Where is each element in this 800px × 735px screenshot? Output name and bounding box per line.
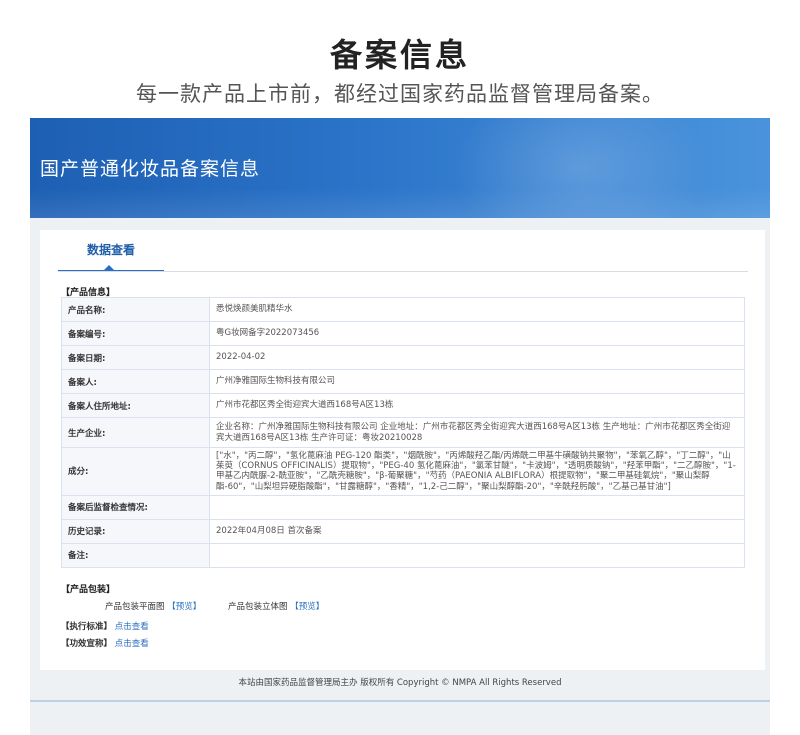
packaging-label: 【产品包装】 — [61, 585, 116, 595]
row-value: 2022-04-02 — [209, 345, 745, 370]
efficacy-row: 【功效宣称】 点击查看 — [61, 637, 149, 649]
packaging-flat: 产品包装平面图 【预览】 — [105, 600, 201, 612]
efficacy-view-link[interactable]: 点击查看 — [115, 639, 149, 649]
registration-frame: 国产普通化妆品备案信息 数据查看 【产品信息】 产品名称: 悉悦焕颜美肌精华水 … — [30, 118, 770, 735]
row-value — [209, 494, 745, 520]
row-key: 备案人: — [61, 369, 210, 394]
content-panel: 数据查看 【产品信息】 产品名称: 悉悦焕颜美肌精华水 备案编号: 粤G妆网备字… — [40, 230, 765, 670]
row-value: ["水"，"丙二醇"，"氢化蓖麻油 PEG-120 酯类"，"烟酰胺"，"丙烯酸… — [209, 447, 745, 496]
table-row: 成分: ["水"，"丙二醇"，"氢化蓖麻油 PEG-120 酯类"，"烟酰胺"，… — [61, 447, 745, 496]
banner: 国产普通化妆品备案信息 — [30, 118, 770, 218]
row-value — [209, 542, 745, 568]
standard-row: 【执行标准】 点击查看 — [61, 620, 149, 632]
table-row: 备案人: 广州净雅国际生物科技有限公司 — [61, 369, 745, 394]
table-row: 备注: — [61, 542, 745, 568]
tab-data-view[interactable]: 数据查看 — [58, 230, 164, 270]
row-value: 广州净雅国际生物科技有限公司 — [209, 369, 745, 394]
table-row: 生产企业: 企业名称：广州净雅国际生物科技有限公司 企业地址：广州市花都区秀全街… — [61, 417, 745, 448]
packaging-flat-preview-link[interactable]: 【预览】 — [167, 602, 201, 612]
banner-title: 国产普通化妆品备案信息 — [40, 158, 261, 180]
row-value: 广州市花都区秀全街迎宾大道西168号A区13栋 — [209, 393, 745, 418]
row-value: 粤G妆网备字2022073456 — [209, 321, 745, 346]
table-row: 备案编号: 粤G妆网备字2022073456 — [61, 321, 745, 346]
packaging-solid-label: 产品包装立体图 — [228, 602, 288, 612]
packaging-solid-preview-link[interactable]: 【预览】 — [290, 602, 324, 612]
efficacy-label: 【功效宣称】 — [61, 639, 113, 649]
table-row: 产品名称: 悉悦焕颜美肌精华水 — [61, 297, 745, 322]
table-row: 历史记录: 2022年04月08日 首次备案 — [61, 518, 745, 544]
table-row: 备案日期: 2022-04-02 — [61, 345, 745, 370]
row-key: 备案后监督检查情况: — [61, 494, 210, 520]
row-key: 产品名称: — [61, 297, 210, 322]
row-key: 历史记录: — [61, 518, 210, 544]
row-key: 成分: — [61, 447, 210, 496]
hero-section: 备案信息 每一款产品上市前，都经过国家药品监督管理局备案。 — [0, 0, 800, 118]
row-key: 生产企业: — [61, 417, 210, 448]
table-row: 备案后监督检查情况: — [61, 494, 745, 520]
footer-copyright: 本站由国家药品监督管理局主办 版权所有 Copyright © NMPA All… — [238, 678, 562, 688]
row-key: 备案编号: — [61, 321, 210, 346]
tab-caret-icon — [104, 265, 114, 270]
standard-view-link[interactable]: 点击查看 — [115, 622, 149, 632]
row-key: 备案人住所地址: — [61, 393, 210, 418]
hero-title: 备案信息 — [329, 36, 470, 74]
hero-subtitle: 每一款产品上市前，都经过国家药品监督管理局备案。 — [136, 82, 664, 106]
footer-divider — [30, 700, 770, 702]
packaging-solid: 产品包装立体图 【预览】 — [228, 600, 324, 612]
row-key: 备案日期: — [61, 345, 210, 370]
row-value: 悉悦焕颜美肌精华水 — [209, 297, 745, 322]
row-value: 企业名称：广州净雅国际生物科技有限公司 企业地址：广州市花都区秀全街迎宾大道西1… — [209, 417, 745, 448]
standard-label: 【执行标准】 — [61, 622, 113, 632]
row-value: 2022年04月08日 首次备案 — [209, 518, 745, 544]
packaging-flat-label: 产品包装平面图 — [105, 602, 165, 612]
row-key: 备注: — [61, 542, 210, 568]
product-info-table: 产品名称: 悉悦焕颜美肌精华水 备案编号: 粤G妆网备字2022073456 备… — [61, 297, 745, 568]
table-row: 备案人住所地址: 广州市花都区秀全街迎宾大道西168号A区13栋 — [61, 393, 745, 418]
tab-divider — [58, 271, 748, 272]
